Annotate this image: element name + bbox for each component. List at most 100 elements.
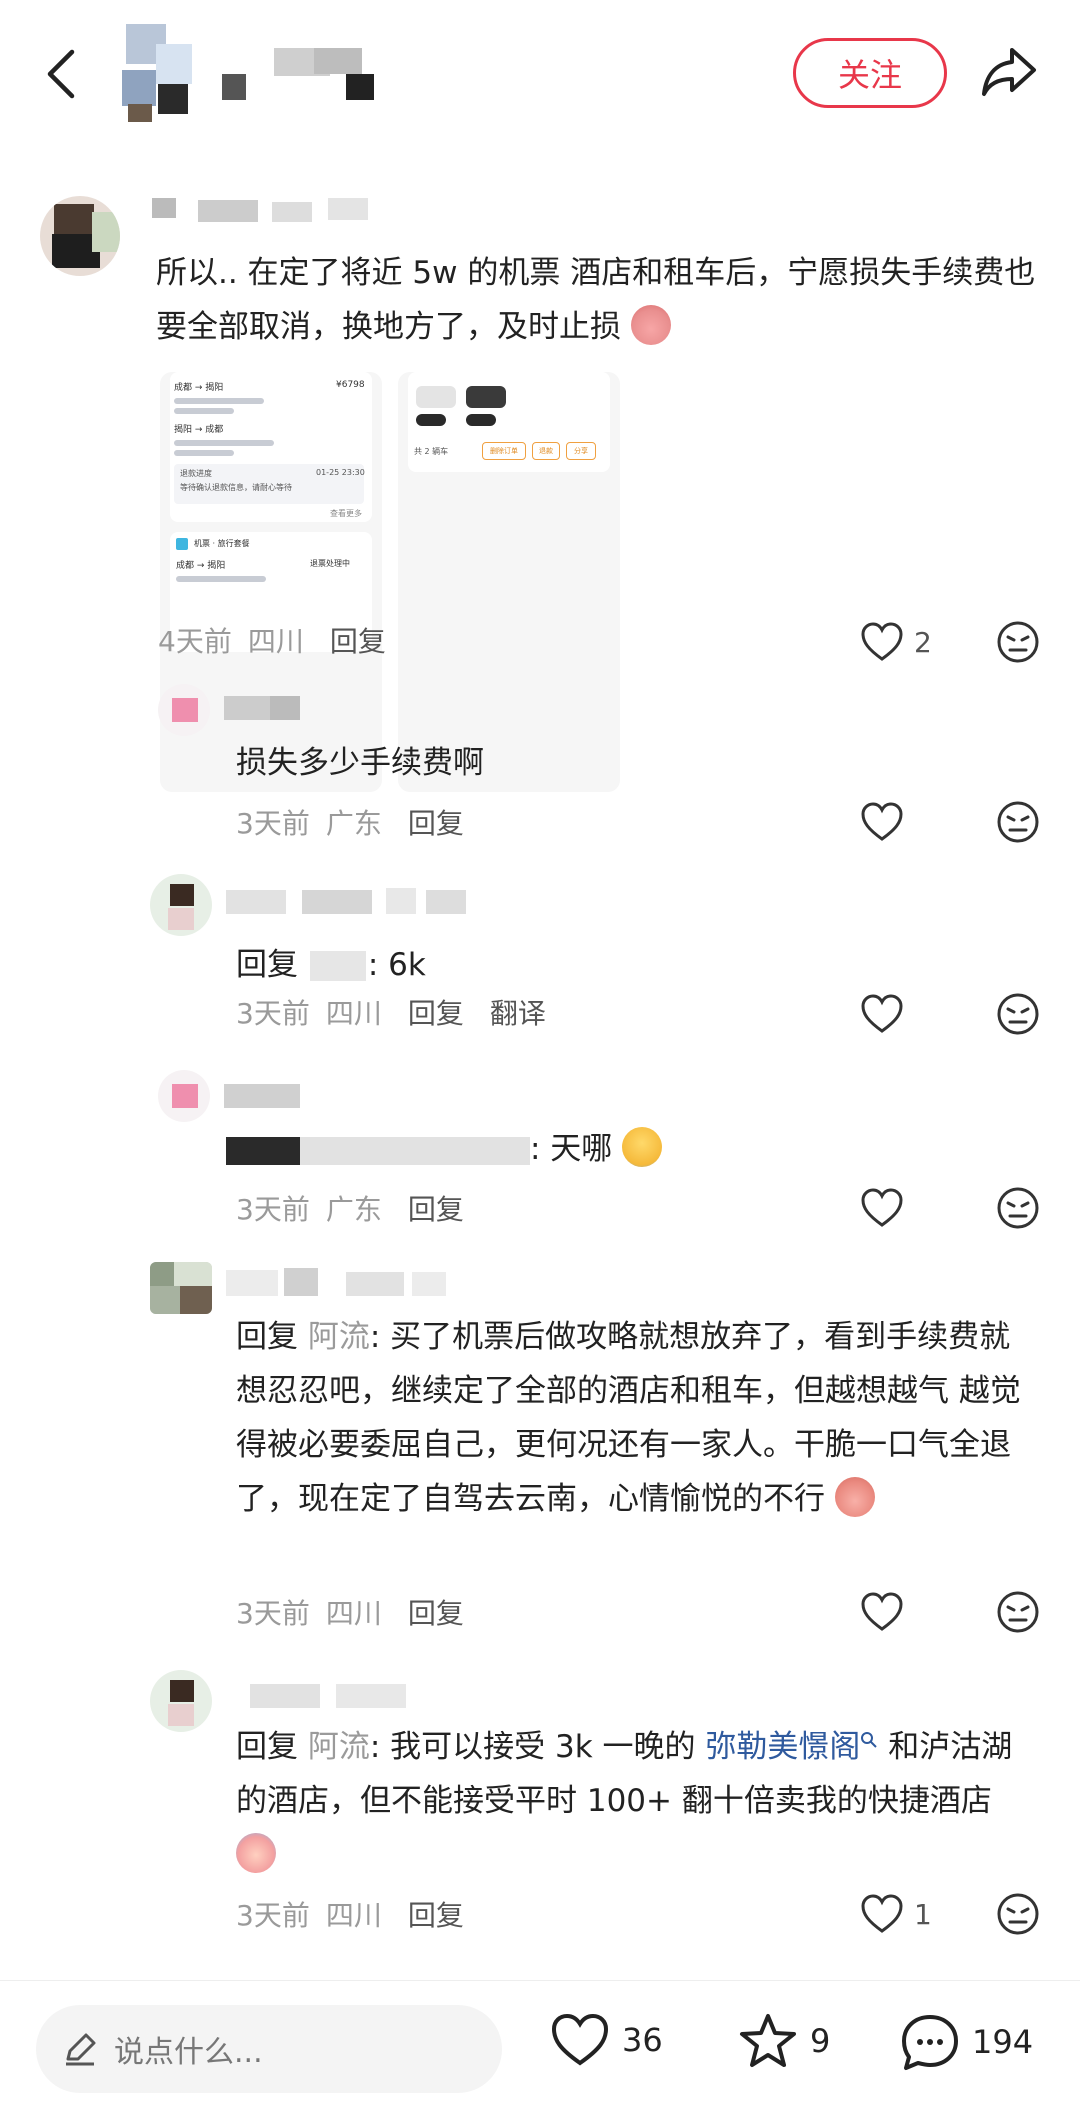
commenter-avatar[interactable] <box>150 1670 212 1732</box>
back-arrow-icon[interactable] <box>42 48 82 100</box>
emoji-reaction-icon[interactable] <box>996 1892 1040 1936</box>
reply-target-name[interactable]: 阿流 <box>308 1729 370 1765</box>
comment-time: 3天前 <box>236 807 310 840</box>
view-more: 查看更多 <box>330 509 362 518</box>
redacted-name <box>300 1137 530 1165</box>
heart-icon <box>861 622 903 661</box>
commenter-name-mosaic <box>152 194 382 230</box>
screaming-emoji-icon <box>622 1127 663 1167</box>
follow-button[interactable]: 关注 <box>793 38 947 108</box>
reply-button[interactable]: 回复 <box>408 1188 464 1228</box>
comment-location: 广东 <box>325 1193 382 1226</box>
comment-text: 回复 阿流: 我可以接受 3k 一晚的 弥勒美憬阁 和泸沽湖的酒店，但不能接受平… <box>236 1720 1036 1882</box>
commenter-avatar[interactable] <box>150 874 212 936</box>
like-post-button[interactable]: 36 <box>550 2013 663 2067</box>
commenter-avatar[interactable] <box>158 684 210 736</box>
comment-meta: 3天前 广东 回复 <box>236 1188 464 1228</box>
comment-text: 回复 阿流: 买了机票后做攻略就想放弃了，看到手续费就想忍忍吧，继续定了全部的酒… <box>236 1319 1021 1517</box>
comment-meta: 3天前 广东 回复 <box>236 802 464 842</box>
redacted-name <box>226 1137 300 1165</box>
reply-button[interactable]: 回复 <box>330 620 386 660</box>
share-chip: 分享 <box>566 442 596 460</box>
comment-location: 广东 <box>325 807 382 840</box>
commenter-name-mosaic <box>226 1266 476 1302</box>
post-star-count: 9 <box>810 2022 831 2060</box>
like-button[interactable] <box>860 1186 904 1230</box>
comment-time: 3天前 <box>236 1899 310 1932</box>
refund-note: 等待确认退款信息，请耐心等待 <box>180 483 292 492</box>
like-button[interactable]: 1 <box>860 1892 932 1936</box>
reply-button[interactable]: 回复 <box>408 992 464 1032</box>
ticket-price: ¥6798 <box>336 380 365 390</box>
heart-icon <box>861 1894 903 1933</box>
post-comment-count: 194 <box>972 2023 1034 2061</box>
comment-text: 损失多少手续费啊 <box>236 745 484 781</box>
comment-meta: 4天前 四川 回复 <box>158 620 386 660</box>
redacted-name <box>309 951 366 981</box>
emoji-reaction-icon[interactable] <box>996 1186 1040 1230</box>
comment-time: 3天前 <box>236 1597 310 1630</box>
emoji-reaction-icon[interactable] <box>996 800 1040 844</box>
comment-meta: 3天前 四川 回复 <box>236 1592 464 1632</box>
like-count: 2 <box>914 625 932 659</box>
comment-input-placeholder: 说点什么... <box>114 2035 263 2070</box>
heart-icon <box>861 802 903 841</box>
reply-target-name[interactable]: 阿流 <box>308 1319 370 1355</box>
bottom-action-bar: 说点什么... 36 9 194 <box>0 1980 1080 2108</box>
comment-time: 3天前 <box>236 1193 310 1226</box>
reply-button[interactable]: 回复 <box>408 802 464 842</box>
commenter-name-mosaic <box>226 1678 476 1714</box>
share-icon[interactable] <box>980 46 1038 98</box>
comment-input[interactable]: 说点什么... <box>36 2005 502 2093</box>
comment-text: 回复 : 6k <box>236 947 426 983</box>
comment-bubble-icon <box>902 2015 958 2070</box>
heart-icon <box>861 1188 903 1227</box>
comment-time: 3天前 <box>236 997 310 1030</box>
comment-text: : 天哪 <box>226 1122 1036 1176</box>
crying-emoji-icon <box>236 1833 276 1873</box>
reply-button[interactable]: 回复 <box>408 1894 464 1934</box>
collect-post-button[interactable]: 9 <box>738 2013 830 2069</box>
like-button[interactable] <box>860 1590 904 1634</box>
attachment-image[interactable]: 共 2 辆车 删除订单 退款 分享 <box>398 372 620 792</box>
author-name-mosaic <box>222 48 382 102</box>
commenter-name-mosaic <box>226 886 486 922</box>
refund-status: 退款进度 <box>180 469 212 478</box>
refund-time: 01-25 23:30 <box>316 468 365 477</box>
ticket-status: 退票处理中 <box>310 559 350 568</box>
emoji-reaction-icon[interactable] <box>996 620 1040 664</box>
car-count: 共 2 辆车 <box>414 447 449 456</box>
like-count: 1 <box>914 1897 932 1931</box>
comments-button[interactable]: 194 <box>900 2013 1033 2071</box>
translate-button[interactable]: 翻译 <box>490 992 546 1032</box>
commenter-avatar[interactable] <box>150 1262 212 1314</box>
like-button[interactable]: 2 <box>860 620 932 664</box>
comment-meta: 3天前 四川 回复 翻译 <box>236 992 546 1032</box>
comment-location: 四川 <box>325 997 382 1030</box>
comment-location: 四川 <box>325 1597 382 1630</box>
like-button[interactable] <box>860 800 904 844</box>
commenter-name-mosaic <box>224 1078 314 1114</box>
ticket-route-1: 成都 → 揭阳 <box>174 383 224 393</box>
commenter-avatar[interactable] <box>40 196 120 276</box>
reply-button[interactable]: 回复 <box>408 1592 464 1632</box>
pencil-icon <box>66 2033 96 2066</box>
comment-time: 4天前 <box>158 625 232 658</box>
hotel-search-link[interactable]: 弥勒美憬阁 <box>705 1729 860 1765</box>
ticket-route-2: 揭阳 → 成都 <box>174 425 224 435</box>
delete-order-chip: 删除订单 <box>482 442 526 460</box>
ticket-section: 机票 · 旅行套餐 <box>194 539 250 548</box>
top-bar: 关注 <box>0 0 1080 150</box>
emoji-reaction-icon[interactable] <box>996 1590 1040 1634</box>
ticket-route-3: 成都 → 揭阳 <box>176 561 226 571</box>
post-like-count: 36 <box>622 2021 663 2059</box>
emoji-reaction-icon[interactable] <box>996 992 1040 1036</box>
comment-text: 所以.. 在定了将近 5w 的机票 酒店和租车后，宁愿损失手续费也要全部取消，换… <box>156 255 1036 345</box>
comment-location: 四川 <box>247 625 304 658</box>
pouting-emoji-icon <box>630 305 671 345</box>
like-button[interactable] <box>860 992 904 1036</box>
commenter-avatar[interactable] <box>158 1070 210 1122</box>
heart-icon <box>861 1592 903 1631</box>
author-avatar[interactable] <box>118 20 202 124</box>
star-icon <box>740 2014 796 2067</box>
